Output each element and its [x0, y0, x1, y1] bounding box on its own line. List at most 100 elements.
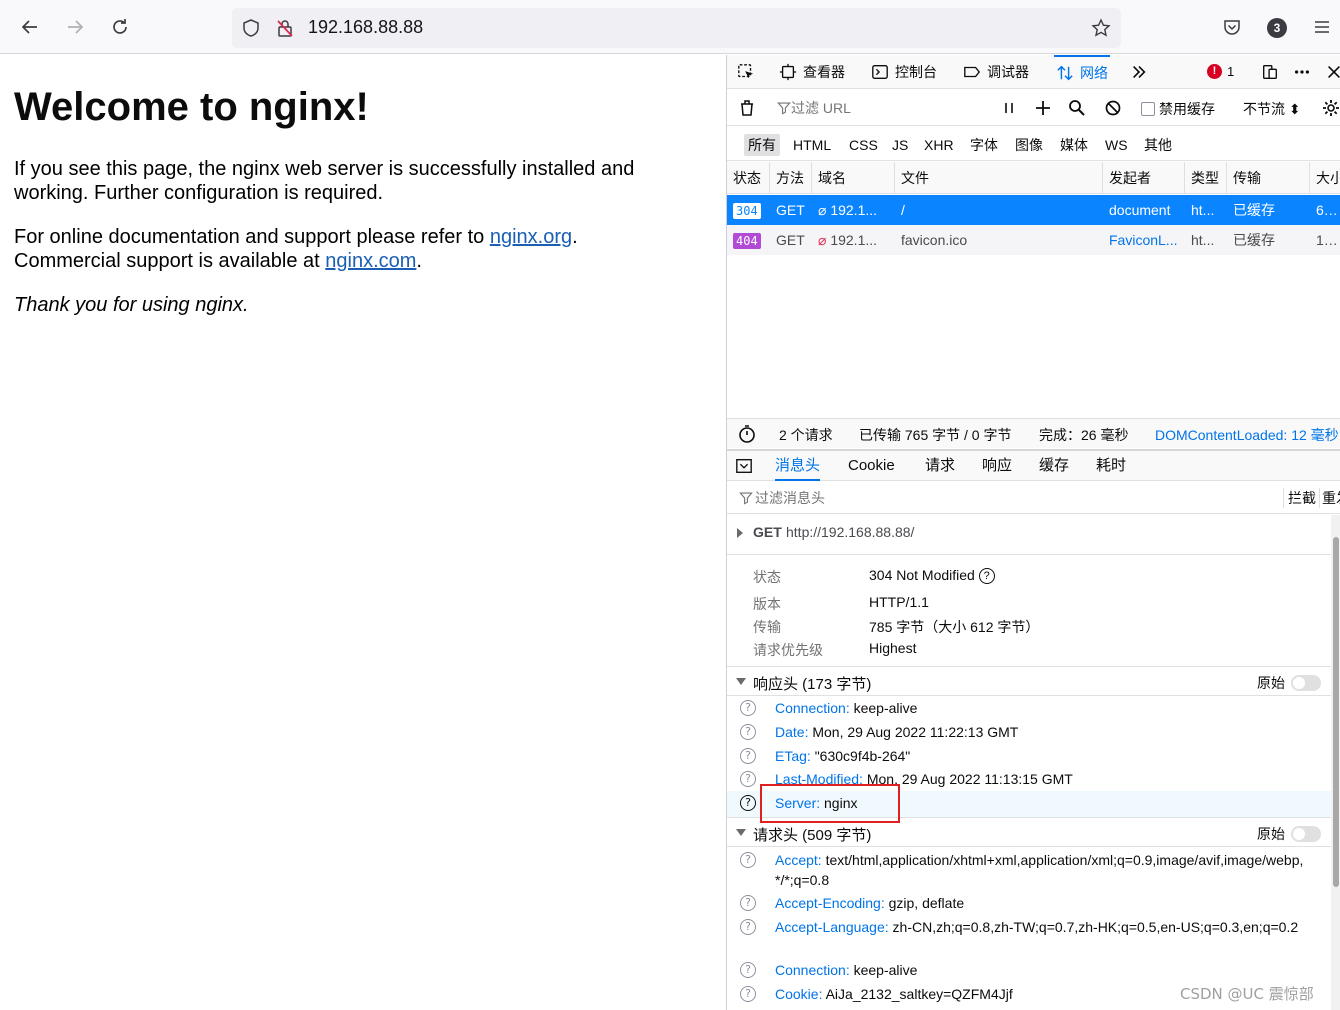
type-filter-media[interactable]: 媒体: [1056, 134, 1092, 156]
tab-headers[interactable]: 消息头: [775, 451, 821, 481]
raw-toggle[interactable]: [1291, 675, 1321, 691]
cell-initiator[interactable]: FaviconL...: [1103, 225, 1185, 255]
pause-icon[interactable]: [999, 98, 1019, 118]
type-filter-other[interactable]: 其他: [1140, 134, 1176, 156]
collapse-triangle-icon[interactable]: [736, 678, 746, 685]
type-filter-ws[interactable]: WS: [1101, 134, 1132, 156]
pick-element-icon: [738, 64, 754, 79]
console-icon: [872, 65, 888, 79]
help-icon[interactable]: ?: [740, 724, 756, 740]
header-name: Connection:: [775, 962, 850, 978]
request-url[interactable]: http://192.168.88.88/: [786, 524, 914, 540]
more-tabs-button[interactable]: [1130, 55, 1154, 89]
table-row[interactable]: 304 GET ⌀ 192.1... / document ht... 已缓存 …: [727, 195, 1340, 225]
help-icon[interactable]: ?: [740, 771, 756, 787]
tab-request[interactable]: 请求: [925, 451, 955, 481]
pocket-button[interactable]: [1217, 12, 1247, 42]
col-status[interactable]: 状态: [727, 162, 770, 194]
expand-triangle-icon[interactable]: [737, 528, 743, 538]
tab-debugger[interactable]: 调试器: [963, 55, 1029, 89]
docs-period: .: [572, 226, 578, 248]
tab-cache[interactable]: 缓存: [1039, 451, 1069, 481]
updown-icon: ⬍: [1285, 101, 1301, 117]
headers-scrollbar[interactable]: [1331, 515, 1340, 1010]
type-filter-fonts[interactable]: 字体: [966, 134, 1002, 156]
trash-icon[interactable]: [737, 98, 757, 118]
help-icon[interactable]: ?: [740, 700, 756, 716]
tab-response[interactable]: 响应: [982, 451, 1012, 481]
help-icon[interactable]: ?: [740, 748, 756, 764]
tab-timings[interactable]: 耗时: [1096, 451, 1126, 481]
close-devtools-button[interactable]: [1325, 55, 1340, 89]
nginx-org-link[interactable]: nginx.org: [490, 226, 572, 248]
block-icon[interactable]: [1103, 98, 1123, 118]
help-icon[interactable]: ?: [740, 986, 756, 1002]
type-filter-css[interactable]: CSS: [845, 134, 882, 156]
status-badge: 404: [733, 233, 761, 249]
type-filter-html[interactable]: HTML: [789, 134, 835, 156]
help-icon[interactable]: ?: [740, 852, 756, 868]
type-filter-images[interactable]: 图像: [1011, 134, 1047, 156]
tab-cookies[interactable]: Cookie: [848, 451, 895, 481]
col-initiator[interactable]: 发起者: [1103, 162, 1185, 194]
col-method[interactable]: 方法: [770, 162, 812, 194]
summary-dom-loaded: DOMContentLoaded: 12 毫秒: [1155, 427, 1339, 443]
nginx-com-link[interactable]: nginx.com: [325, 250, 416, 272]
resend-button[interactable]: 重发: [1319, 488, 1340, 508]
network-summary-bar: 2 个请求 已传输 765 字节 / 0 字节 完成：26 毫秒 DOMCont…: [727, 418, 1340, 448]
type-filter-xhr[interactable]: XHR: [920, 134, 958, 156]
col-file[interactable]: 文件: [895, 162, 1103, 194]
throttle-select[interactable]: 不节流 ⬍: [1243, 99, 1301, 119]
gear-icon[interactable]: [1321, 98, 1340, 118]
col-transfer[interactable]: 传输: [1227, 162, 1310, 194]
plus-icon[interactable]: [1033, 98, 1053, 118]
inspector-icon: [779, 63, 797, 81]
menu-button[interactable]: [1307, 12, 1337, 42]
col-size[interactable]: 大小: [1310, 162, 1340, 194]
type-filter-js[interactable]: JS: [888, 134, 912, 156]
response-headers-section[interactable]: 响应头 (173 字节) 原始: [727, 666, 1331, 696]
url-text[interactable]: 192.168.88.88: [308, 17, 423, 38]
help-icon[interactable]: ?: [740, 895, 756, 911]
forward-button[interactable]: [60, 12, 90, 42]
type-filter-all[interactable]: 所有: [744, 134, 780, 156]
col-type[interactable]: 类型: [1185, 162, 1227, 194]
help-icon[interactable]: ?: [740, 962, 756, 978]
col-domain[interactable]: 域名: [812, 162, 895, 194]
checkbox-box[interactable]: [1141, 102, 1155, 116]
tab-network[interactable]: 网络: [1054, 55, 1110, 89]
intro-line-2: working. Further configuration is requir…: [14, 182, 384, 204]
disable-cache-checkbox[interactable]: 禁用缓存: [1141, 99, 1215, 119]
cell-size: 15...: [1316, 232, 1340, 248]
arrow-left-icon: [21, 20, 37, 34]
sidebar-toggle-icon[interactable]: [735, 457, 753, 475]
table-row[interactable]: 404 GET ⌀ 192.1... favicon.ico FaviconL.…: [727, 225, 1340, 255]
tab-inspector[interactable]: 查看器: [779, 55, 845, 89]
help-icon[interactable]: ?: [740, 919, 756, 935]
insecure-lock-icon[interactable]: [275, 18, 295, 38]
back-button[interactable]: [15, 12, 45, 42]
shield-icon[interactable]: [241, 18, 261, 38]
header-filter-input[interactable]: [737, 488, 1137, 508]
block-button[interactable]: 拦截: [1283, 488, 1316, 508]
element-picker-button[interactable]: [737, 55, 761, 89]
help-icon[interactable]: ?: [978, 568, 995, 585]
url-filter-input[interactable]: [773, 98, 983, 118]
search-icon[interactable]: [1067, 98, 1087, 118]
docs-paragraph: For online documentation and support ple…: [14, 225, 578, 273]
error-indicator[interactable]: ! 1: [1207, 64, 1234, 79]
help-icon[interactable]: ?: [740, 795, 756, 811]
tab-console[interactable]: 控制台: [871, 55, 937, 89]
url-bar[interactable]: 192.168.88.88: [232, 8, 1121, 48]
star-bookmark-icon[interactable]: [1091, 18, 1111, 38]
stopwatch-icon[interactable]: [737, 424, 757, 444]
reload-button[interactable]: [105, 12, 135, 42]
scrollbar-thumb[interactable]: [1333, 537, 1339, 887]
responsive-design-button[interactable]: [1261, 55, 1285, 89]
devtools-options-button[interactable]: [1293, 55, 1317, 89]
collapse-triangle-icon[interactable]: [736, 829, 746, 836]
intro-line-1: If you see this page, the nginx web serv…: [14, 158, 635, 180]
raw-toggle[interactable]: [1291, 826, 1321, 842]
extension-badge[interactable]: 3: [1267, 18, 1287, 38]
insecure-icon: ⌀: [818, 202, 831, 218]
